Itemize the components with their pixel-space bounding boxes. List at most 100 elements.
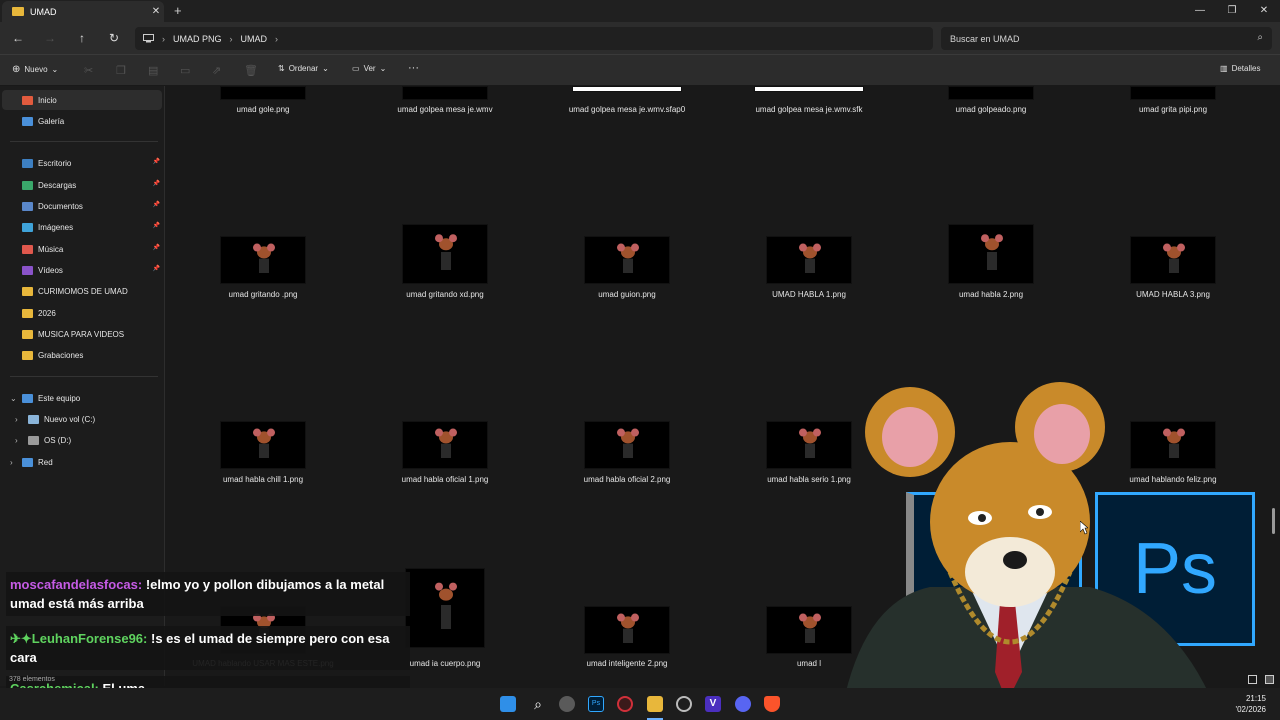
file-name: umad gole.png xyxy=(236,105,290,114)
sidebar-item-pinned[interactable]: Descargas 📌 xyxy=(2,175,162,195)
close-window-button[interactable]: ✕ xyxy=(1248,0,1280,20)
folder-icon xyxy=(22,350,33,360)
file-thumbnail xyxy=(220,86,306,100)
file-name: umad gritando .png xyxy=(228,290,298,299)
tiles-view-icon[interactable] xyxy=(1265,675,1274,684)
address-bar[interactable]: › UMAD PNG › UMAD › xyxy=(135,27,933,50)
obs-icon[interactable] xyxy=(617,696,633,712)
maximize-button[interactable]: ❐ xyxy=(1216,0,1248,20)
umad-figure xyxy=(1163,243,1185,273)
details-button[interactable]: ▥ Detalles xyxy=(1220,64,1260,73)
chevron-icon[interactable]: › xyxy=(15,415,18,424)
copy-icon[interactable]: ❐ xyxy=(116,64,126,77)
tab-umad[interactable]: UMAD ✕ xyxy=(2,1,164,22)
navigation-bar: ← → ↑ ↻ › UMAD PNG › UMAD › Buscar en UM… xyxy=(0,22,1280,54)
view-button[interactable]: ▭ Ver ⌄ xyxy=(352,64,386,73)
tab-close-button[interactable]: ✕ xyxy=(148,6,164,17)
pin-icon: 📌 xyxy=(152,202,160,208)
sidebar-item-pinned[interactable]: Documentos 📌 xyxy=(2,196,162,216)
file-thumbnail xyxy=(948,224,1034,284)
scrollbar-thumb[interactable] xyxy=(1272,508,1275,534)
breadcrumb-umad-png[interactable]: UMAD PNG xyxy=(173,34,222,44)
sidebar-item-pinned[interactable]: Imágenes 📌 xyxy=(2,217,162,237)
sidebar-item-galeria[interactable]: Galería xyxy=(2,111,162,131)
drive-icon xyxy=(28,414,39,424)
sidebar-item-pinned[interactable]: 2026 xyxy=(2,303,162,323)
file-thumbnail xyxy=(584,606,670,654)
back-arrow-icon[interactable]: ← xyxy=(10,30,26,46)
file-name: UMAD HABLA 3.png xyxy=(1136,290,1210,299)
chevron-icon[interactable]: ⌄ xyxy=(10,394,17,403)
vegas-icon[interactable]: V xyxy=(705,696,721,712)
sort-button[interactable]: ⇅ Ordenar ⌄ xyxy=(278,64,329,73)
chevron-icon[interactable]: › xyxy=(10,458,13,467)
new-label: Nuevo xyxy=(24,65,48,74)
pin-icon: 📌 xyxy=(152,266,160,272)
file-name: umad habla chill 1.png xyxy=(222,475,304,484)
umad-figure xyxy=(799,243,821,273)
sidebar-item-label: Galería xyxy=(38,116,65,126)
search-input[interactable]: Buscar en UMAD ⌕ xyxy=(941,27,1272,50)
chevron-down-icon: ⌄ xyxy=(51,65,59,74)
sidebar-item-label: MUSICA PARA VIDEOS xyxy=(38,329,125,339)
more-options-button[interactable]: ··· xyxy=(408,62,419,74)
minimize-button[interactable]: — xyxy=(1184,0,1216,20)
breadcrumb-umad[interactable]: UMAD xyxy=(241,34,268,44)
share-icon[interactable]: ⇗ xyxy=(212,64,221,77)
refresh-icon[interactable]: ↻ xyxy=(106,30,122,46)
file-thumbnail xyxy=(1130,236,1216,284)
file-thumbnail xyxy=(402,224,488,284)
sidebar-item-pinned[interactable]: CURIMOMOS DE UMAD xyxy=(2,281,162,301)
davinci-icon[interactable] xyxy=(676,696,692,712)
pin-icon: 📌 xyxy=(152,159,160,165)
search-icon[interactable]: ⌕ xyxy=(530,696,546,712)
sidebar-item-label: Documentos xyxy=(38,201,83,211)
sidebar-item-tree[interactable]: › Nuevo vol (C:) xyxy=(2,409,162,429)
sidebar-item-pinned[interactable]: MUSICA PARA VIDEOS xyxy=(2,324,162,344)
system-clock[interactable]: 21:15 '02/2026 xyxy=(1236,693,1266,715)
sidebar-item-label: CURIMOMOS DE UMAD xyxy=(38,286,128,296)
up-arrow-icon[interactable]: ↑ xyxy=(74,30,90,46)
sidebar-item-pinned[interactable]: Escritorio 📌 xyxy=(2,153,162,173)
file-explorer-icon[interactable] xyxy=(647,696,663,712)
sidebar-item-inicio[interactable]: Inicio xyxy=(2,90,162,110)
sidebar-item-tree[interactable]: › Red xyxy=(2,452,162,472)
umad-figure xyxy=(435,582,457,629)
sidebar-item-tree[interactable]: ⌄ Este equipo xyxy=(2,388,162,408)
folder-icon xyxy=(22,180,33,190)
sidebar-item-label: Red xyxy=(38,457,53,467)
search-icon: ⌕ xyxy=(1257,32,1263,43)
folder-icon xyxy=(22,244,33,254)
sidebar-item-tree[interactable]: › OS (D:) xyxy=(2,430,162,450)
tab-title: UMAD xyxy=(30,6,57,17)
rename-icon[interactable]: ▭ xyxy=(180,64,190,77)
sidebar-item-label: Nuevo vol (C:) xyxy=(44,414,96,424)
paste-icon[interactable]: ▤ xyxy=(148,64,158,77)
brave-icon[interactable] xyxy=(764,696,780,712)
chevron-right-icon: › xyxy=(229,33,233,44)
home-icon xyxy=(22,95,33,105)
photoshop-icon[interactable]: Ps xyxy=(588,696,604,712)
sidebar-item-pinned[interactable]: Vídeos 📌 xyxy=(2,260,162,280)
plus-circle-icon: ⊕ xyxy=(12,64,21,75)
sidebar-item-label: 2026 xyxy=(38,308,56,318)
file-name: umad habla oficial 2.png xyxy=(583,475,671,484)
chevron-icon[interactable]: › xyxy=(15,436,18,445)
delete-icon[interactable]: 🗑 xyxy=(244,64,258,77)
streamer-avatar xyxy=(840,382,1220,720)
divider xyxy=(10,141,158,142)
clock-date: '02/2026 xyxy=(1235,705,1266,714)
discord-icon[interactable] xyxy=(735,696,751,712)
forward-arrow-icon[interactable]: → xyxy=(42,30,58,46)
divider xyxy=(10,376,158,377)
sidebar-item-pinned[interactable]: Música 📌 xyxy=(2,239,162,259)
start-icon[interactable] xyxy=(500,696,516,712)
details-view-icon[interactable] xyxy=(1248,675,1257,684)
copilot-icon[interactable] xyxy=(559,696,575,712)
chevron-right-icon: › xyxy=(162,33,165,44)
cut-icon[interactable]: ✂ xyxy=(84,64,93,77)
folder-icon xyxy=(22,265,33,275)
sidebar-item-pinned[interactable]: Grabaciones xyxy=(2,345,162,365)
new-button[interactable]: ⊕ Nuevo ⌄ xyxy=(12,64,58,75)
new-tab-button[interactable]: + xyxy=(174,3,182,18)
